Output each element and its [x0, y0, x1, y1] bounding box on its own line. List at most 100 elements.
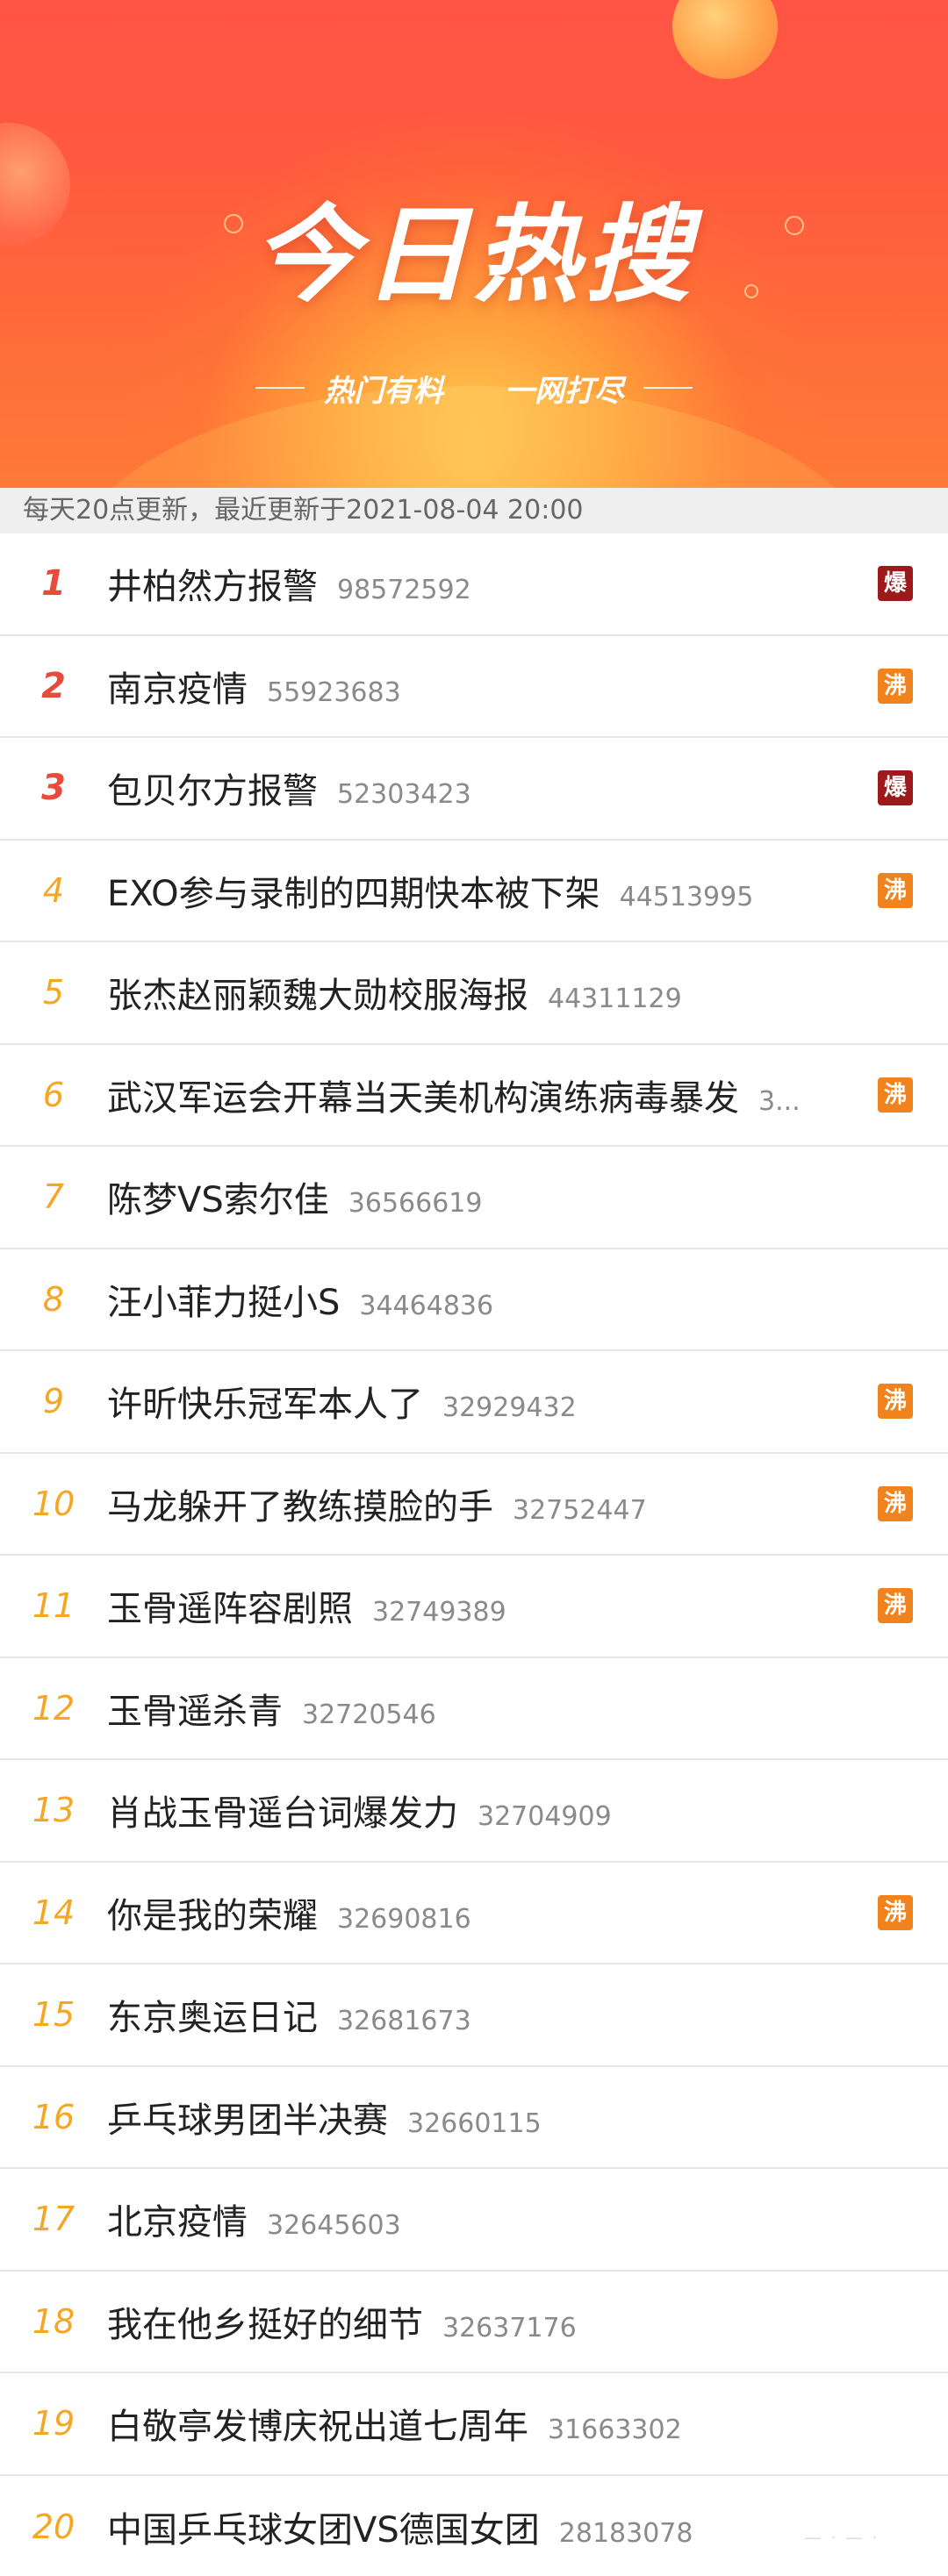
hero-banner: 今日热搜 热门有料 一网打尽 — [0, 0, 948, 488]
boil-badge: 沸 — [878, 1588, 913, 1624]
rank-number: 20 — [32, 2507, 75, 2546]
topic-title[interactable]: 中国乒乓球女团VS德国女团 — [107, 2501, 540, 2552]
item-text: 汪小菲力挺小S 34464836 — [107, 1274, 851, 1325]
item-text: EXO参与录制的四期快本被下架 44513995 — [107, 865, 851, 916]
list-item[interactable]: 11 玉骨遥阵容剧照 32749389 沸 — [0, 1556, 948, 1658]
item-text: 武汉军运会开幕当天美机构演练病毒暴发 3... — [107, 1070, 851, 1120]
rank-number: 14 — [32, 1893, 75, 1932]
boil-badge: 沸 — [878, 1077, 913, 1113]
sun-decoration — [672, 0, 778, 79]
topic-title[interactable]: 东京奥运日记 — [107, 1989, 318, 2040]
rank-number: 12 — [32, 1688, 75, 1728]
divider — [643, 387, 693, 389]
item-text: 玉骨遥杀青 32720546 — [107, 1683, 851, 1734]
heat-count: 32929432 — [442, 1392, 577, 1424]
list-item[interactable]: 1 井柏然方报警 98572592 爆 — [0, 533, 948, 636]
topic-title[interactable]: EXO参与录制的四期快本被下架 — [107, 865, 600, 916]
list-item[interactable]: 3 包贝尔方报警 52303423 爆 — [0, 738, 948, 841]
rank-number: 1 — [41, 563, 66, 605]
topic-title[interactable]: 井柏然方报警 — [107, 558, 318, 609]
rank-number: 15 — [32, 1995, 75, 2035]
heat-count: 32637176 — [442, 2312, 577, 2343]
topic-title[interactable]: 我在他乡挺好的细节 — [107, 2296, 423, 2347]
boil-badge: 沸 — [878, 872, 913, 908]
heat-count: 32752447 — [513, 1494, 647, 1526]
item-text: 玉骨遥阵容剧照 32749389 — [107, 1580, 851, 1631]
hot-badge: 爆 — [878, 566, 913, 602]
topic-title[interactable]: 陈梦VS索尔佳 — [107, 1171, 329, 1222]
list-item[interactable]: 9 许昕快乐冠军本人了 32929432 沸 — [0, 1351, 948, 1454]
heat-count: 28183078 — [558, 2517, 693, 2549]
boil-badge: 沸 — [878, 1485, 913, 1521]
topic-title[interactable]: 你是我的荣耀 — [107, 1887, 318, 1938]
rank-number: 17 — [32, 2200, 75, 2239]
heat-count: 32645603 — [267, 2210, 401, 2242]
trending-list: 1 井柏然方报警 98572592 爆 2 南京疫情 55923683 沸 3 包贝尔方报警 523… — [0, 533, 948, 2576]
list-item[interactable]: 12 玉骨遥杀青 32720546 — [0, 1658, 948, 1760]
item-text: 北京疫情 32645603 — [107, 2193, 851, 2244]
rank-number: 2 — [41, 665, 66, 706]
divider — [255, 387, 305, 389]
banner-subtitle: 热门有料 一网打尽 — [0, 363, 948, 412]
topic-title[interactable]: 马龙躲开了教练摸脸的手 — [107, 1478, 493, 1529]
topic-title[interactable]: 南京疫情 — [107, 661, 248, 712]
rank-number: 3 — [41, 768, 66, 809]
topic-title[interactable]: 玉骨遥阵容剧照 — [107, 1580, 353, 1631]
rank-number: 10 — [32, 1484, 75, 1523]
topic-title[interactable]: 北京疫情 — [107, 2193, 248, 2244]
topic-title[interactable]: 武汉军运会开幕当天美机构演练病毒暴发 — [107, 1070, 739, 1120]
item-text: 许昕快乐冠军本人了 32929432 — [107, 1376, 851, 1427]
list-item[interactable]: 20 中国乒乓球女团VS德国女团 28183078 — [0, 2476, 948, 2576]
list-item[interactable]: 7 陈梦VS索尔佳 36566619 — [0, 1147, 948, 1249]
list-item[interactable]: 6 武汉军运会开幕当天美机构演练病毒暴发 3... 沸 — [0, 1045, 948, 1147]
banner-title: 今日热搜 — [253, 195, 695, 317]
topic-title[interactable]: 乒乓球男团半决赛 — [107, 2092, 388, 2143]
item-text: 乒乓球男团半决赛 32660115 — [107, 2092, 851, 2143]
rank-number: 13 — [32, 1791, 75, 1830]
list-item[interactable]: 19 白敬亭发博庆祝出道七周年 31663302 — [0, 2373, 948, 2476]
list-item[interactable]: 10 马龙躲开了教练摸脸的手 32752447 沸 — [0, 1454, 948, 1556]
list-item[interactable]: 8 汪小菲力挺小S 34464836 — [0, 1249, 948, 1351]
topic-title[interactable]: 白敬亭发博庆祝出道七周年 — [107, 2398, 528, 2449]
heat-count: 44513995 — [619, 881, 754, 912]
topic-title[interactable]: 汪小菲力挺小S — [107, 1274, 340, 1325]
topic-title[interactable]: 张杰赵丽颖魏大勋校服海报 — [107, 967, 528, 1018]
boil-badge: 沸 — [878, 668, 913, 704]
rank-number: 11 — [32, 1586, 75, 1626]
item-text: 中国乒乓球女团VS德国女团 28183078 — [107, 2501, 851, 2552]
rank-number: 16 — [32, 2097, 75, 2136]
topic-title[interactable]: 肖战玉骨遥台词爆发力 — [107, 1785, 458, 1835]
boil-badge: 沸 — [878, 1384, 913, 1420]
topic-title[interactable]: 包贝尔方报警 — [107, 762, 318, 813]
heat-count: 34464836 — [359, 1290, 494, 1321]
heat-count: 31663302 — [548, 2415, 682, 2446]
rank-number: 8 — [42, 1279, 65, 1319]
list-item[interactable]: 4 EXO参与录制的四期快本被下架 44513995 沸 — [0, 841, 948, 942]
list-item[interactable]: 14 你是我的荣耀 32690816 沸 — [0, 1863, 948, 1964]
list-item[interactable]: 13 肖战玉骨遥台词爆发力 32704909 — [0, 1760, 948, 1863]
rank-number: 19 — [32, 2404, 75, 2444]
heat-count: 3... — [758, 1085, 801, 1117]
item-text: 南京疫情 55923683 — [107, 661, 851, 712]
subtitle-left: 热门有料 — [324, 373, 443, 409]
rank-number: 9 — [42, 1382, 65, 1421]
heat-count: 98572592 — [337, 575, 471, 606]
rank-number: 7 — [42, 1177, 65, 1217]
topic-title[interactable]: 玉骨遥杀青 — [107, 1683, 283, 1734]
heat-count: 32660115 — [407, 2107, 542, 2139]
topic-title[interactable]: 许昕快乐冠军本人了 — [107, 1376, 423, 1427]
item-text: 包贝尔方报警 52303423 — [107, 762, 851, 813]
list-item[interactable]: 5 张杰赵丽颖魏大勋校服海报 44311129 — [0, 942, 948, 1045]
item-text: 白敬亭发博庆祝出道七周年 31663302 — [107, 2398, 851, 2449]
item-text: 你是我的荣耀 32690816 — [107, 1887, 851, 1938]
list-item[interactable]: 16 乒乓球男团半决赛 32660115 — [0, 2067, 948, 2169]
update-info: 每天20点更新，最近更新于2021-08-04 20:00 — [0, 488, 948, 533]
list-item[interactable]: 18 我在他乡挺好的细节 32637176 — [0, 2272, 948, 2373]
list-item[interactable]: 17 北京疫情 32645603 — [0, 2169, 948, 2272]
hot-badge: 爆 — [878, 770, 913, 806]
heat-count: 36566619 — [348, 1188, 483, 1220]
rank-number: 4 — [42, 870, 65, 910]
list-item[interactable]: 15 东京奥运日记 32681673 — [0, 1964, 948, 2067]
list-item[interactable]: 2 南京疫情 55923683 沸 — [0, 636, 948, 738]
heat-count: 32681673 — [337, 2006, 471, 2037]
